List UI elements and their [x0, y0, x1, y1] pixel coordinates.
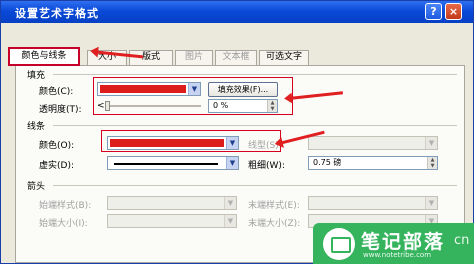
fill-color-label: 颜色(C):: [39, 87, 74, 97]
dash-dropdown[interactable]: ▼: [107, 156, 239, 170]
tab-textbox[interactable]: 文本框: [215, 50, 257, 65]
arrows-separator: [53, 185, 457, 186]
line-color-label: 颜色(O):: [39, 141, 75, 151]
fill-group-label: 填充: [27, 71, 46, 81]
transparency-less-glyph: <: [97, 101, 105, 111]
tab-picture[interactable]: 图片: [175, 50, 213, 65]
help-button[interactable]: ?: [425, 3, 442, 20]
chevron-down-icon: ▼: [226, 137, 238, 149]
watermark-url: www.notetribe.com: [363, 251, 432, 259]
dash-label: 虚实(D):: [39, 161, 74, 171]
fill-color-dropdown[interactable]: ▼: [97, 82, 201, 96]
tab-alt-text[interactable]: 可选文字: [259, 50, 309, 65]
slider-track: [105, 105, 201, 107]
watermark-suffix: cn: [454, 233, 470, 248]
line-style-dropdown[interactable]: ▼: [308, 136, 438, 150]
begin-style-label: 始端样式(B):: [39, 201, 92, 211]
tab-strip: 颜色与线条 大小 版式 图片 文本框 可选文字: [1, 23, 473, 66]
transparency-value: 0 %: [213, 101, 229, 110]
line-group-label: 线条: [27, 122, 46, 132]
begin-style-dropdown[interactable]: ▼: [107, 196, 237, 210]
transparency-spinner[interactable]: 0 % ▲ ▼: [208, 99, 278, 113]
chevron-down-icon: ▼: [425, 137, 437, 149]
spin-arrows-icon[interactable]: ▲ ▼: [267, 100, 277, 112]
format-wordart-dialog: 设置艺术字格式 ? × 颜色与线条 大小 版式 图片 文本框 可选文字 填充 颜…: [0, 0, 474, 264]
dash-line-sample: [114, 163, 218, 165]
weight-spinner[interactable]: 0.75 磅 ▲ ▼: [308, 156, 438, 170]
chevron-down-icon: ▼: [224, 215, 236, 227]
notebook-icon: [323, 228, 355, 260]
line-style-label: 线型(S):: [248, 141, 282, 151]
chevron-down-icon: ▼: [425, 197, 437, 209]
fill-separator: [53, 74, 457, 75]
tab-size[interactable]: 大小: [87, 50, 127, 65]
transparency-slider[interactable]: [105, 100, 201, 112]
chevron-down-icon: ▼: [226, 157, 238, 169]
chevron-down-icon: ▼: [188, 83, 200, 95]
weight-value: 0.75 磅: [313, 158, 342, 167]
window-title: 设置艺术字格式: [15, 7, 99, 20]
watermark-logo: 笔记部落 www.notetribe.com cn: [313, 223, 474, 264]
begin-size-label: 始端大小(I):: [39, 219, 88, 229]
title-bar[interactable]: 设置艺术字格式 ? ×: [1, 1, 473, 23]
watermark-title: 笔记部落: [361, 231, 446, 253]
fill-color-swatch: [100, 85, 186, 93]
slider-thumb[interactable]: [105, 101, 110, 111]
arrows-group-label: 箭头: [27, 182, 46, 192]
end-size-label: 末端大小(Z):: [248, 219, 301, 229]
weight-label: 粗细(W):: [248, 161, 285, 171]
line-color-swatch: [110, 139, 224, 147]
close-button[interactable]: ×: [445, 3, 462, 20]
transparency-label: 透明度(T):: [39, 105, 82, 115]
end-style-label: 末端样式(E):: [248, 201, 300, 211]
tab-layout[interactable]: 版式: [129, 50, 173, 65]
spin-arrows-icon[interactable]: ▲ ▼: [427, 157, 437, 169]
end-style-dropdown[interactable]: ▼: [308, 196, 438, 210]
fill-effects-button[interactable]: 填充效果(F)...: [208, 82, 278, 97]
tab-colors-lines[interactable]: 颜色与线条: [8, 47, 80, 66]
chevron-down-icon: ▼: [224, 197, 236, 209]
line-color-dropdown[interactable]: ▼: [107, 136, 239, 150]
line-separator: [53, 125, 457, 126]
begin-size-dropdown[interactable]: ▼: [107, 214, 237, 228]
